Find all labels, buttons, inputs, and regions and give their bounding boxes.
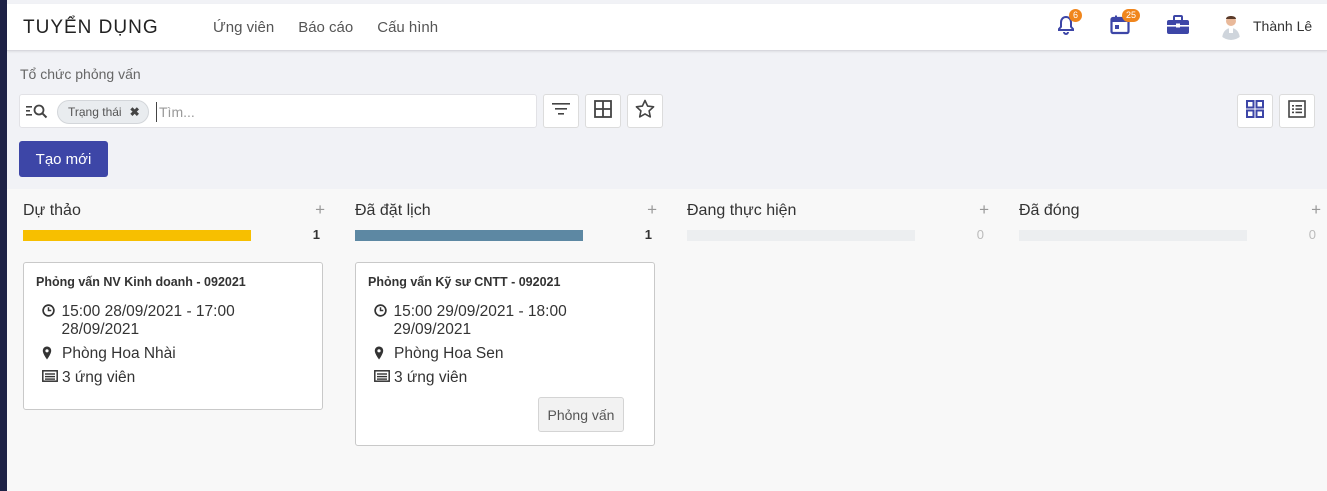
card-location: Phòng Hoa Nhài: [62, 345, 176, 362]
menu-item-candidates[interactable]: Ứng viên: [213, 19, 274, 36]
bell-icon: 6: [1057, 9, 1083, 40]
filter-icon: [552, 102, 570, 121]
card-candidates: 3 ứng viên: [394, 369, 468, 386]
list-icon: [42, 369, 62, 382]
column-title: Đã đóng: [1019, 202, 1080, 219]
progress-fill: [23, 230, 251, 241]
avatar: [1217, 12, 1245, 40]
column-title: Đang thực hiện: [687, 202, 797, 219]
card-title: Phỏng vấn NV Kinh doanh - 092021: [36, 275, 246, 289]
activities-badge: 25: [1122, 9, 1141, 22]
column-count: 0: [976, 227, 984, 242]
kanban-column-closed: Đã đóng + 0: [1010, 189, 1326, 491]
breadcrumb: Tổ chức phỏng vấn: [20, 66, 141, 82]
quick-create-icon[interactable]: +: [1311, 200, 1321, 220]
kanban-board: Dự thảo + 1 Phỏng vấn NV Kinh doanh - 09…: [7, 189, 1327, 491]
list-view-button[interactable]: [1279, 94, 1315, 128]
kanban-card[interactable]: Phỏng vấn NV Kinh doanh - 092021 15:00 2…: [23, 262, 323, 410]
kanban-column-in-progress: Đang thực hiện + 0: [678, 189, 994, 491]
card-location-row: Phòng Hoa Nhài: [36, 345, 310, 363]
column-progress-bar: [1019, 230, 1247, 241]
card-location: Phòng Hoa Sen: [394, 345, 504, 362]
kanban-column-draft: Dự thảo + 1 Phỏng vấn NV Kinh doanh - 09…: [14, 189, 330, 491]
card-location-row: Phòng Hoa Sen: [368, 345, 642, 363]
card-time: 15:00 29/09/2021 - 18:00 29/09/2021: [393, 303, 567, 338]
column-title: Đã đặt lịch: [355, 202, 431, 219]
column-progress-bar: [23, 230, 251, 241]
search-input[interactable]: [156, 102, 526, 122]
menu-item-reports[interactable]: Báo cáo: [298, 19, 353, 36]
card-candidates: 3 ứng viên: [62, 369, 136, 386]
card-candidates-row: 3 ứng viên: [368, 369, 642, 387]
list-icon: [374, 369, 394, 382]
clock-icon: [374, 303, 393, 317]
kanban-card[interactable]: Phỏng vấn Kỹ sư CNTT - 092021 15:00 29/0…: [355, 262, 655, 446]
main-menu: Ứng viên Báo cáo Cấu hình: [213, 19, 438, 36]
left-edge-bar: [0, 0, 7, 491]
column-title: Dự thảo: [23, 202, 81, 219]
map-marker-icon: [374, 345, 394, 360]
kanban-view-button[interactable]: [1237, 94, 1273, 128]
top-navbar: TUYỂN DỤNG Ứng viên Báo cáo Cấu hình 6 2…: [7, 4, 1327, 51]
activities-button[interactable]: 25: [1110, 4, 1141, 51]
quick-create-icon[interactable]: +: [979, 200, 989, 220]
search-facet: Trạng thái ✖: [57, 100, 149, 124]
search-bar: Trạng thái ✖: [19, 94, 537, 128]
card-time-row: 15:00 29/09/2021 - 18:00 29/09/2021: [368, 303, 642, 339]
filter-button[interactable]: [543, 94, 579, 128]
grid-icon: [594, 99, 612, 123]
interview-button[interactable]: Phỏng vấn: [538, 397, 624, 432]
menu-item-configuration[interactable]: Cấu hình: [377, 19, 438, 36]
user-name: Thành Lê: [1253, 18, 1313, 34]
quick-create-icon[interactable]: +: [315, 200, 325, 220]
create-button[interactable]: Tạo mới: [19, 141, 108, 177]
kanban-view-icon: [1246, 99, 1264, 123]
card-title: Phỏng vấn Kỹ sư CNTT - 092021: [368, 275, 561, 289]
company-switcher[interactable]: [1166, 4, 1190, 51]
card-candidates-row: 3 ứng viên: [36, 369, 310, 387]
briefcase-icon: [1166, 15, 1190, 40]
list-view-icon: [1288, 99, 1306, 123]
calendar-icon: 25: [1110, 9, 1141, 40]
app-title[interactable]: TUYỂN DỤNG: [23, 17, 159, 39]
kanban-column-scheduled: Đã đặt lịch + 1 Phỏng vấn Kỹ sư CNTT - 0…: [346, 189, 662, 491]
card-time: 15:00 28/09/2021 - 17:00 28/09/2021: [61, 303, 235, 338]
user-menu[interactable]: Thành Lê: [1217, 12, 1312, 40]
group-by-button[interactable]: [585, 94, 621, 128]
column-progress-bar: [355, 230, 583, 241]
card-time-row: 15:00 28/09/2021 - 17:00 28/09/2021: [36, 303, 310, 339]
column-progress-bar: [687, 230, 915, 241]
notifications-button[interactable]: 6: [1057, 4, 1083, 51]
column-count: 1: [312, 227, 320, 242]
remove-facet-icon[interactable]: ✖: [130, 105, 140, 119]
column-count: 0: [1308, 227, 1316, 242]
map-marker-icon: [42, 345, 62, 360]
column-count: 1: [644, 227, 652, 242]
progress-fill: [355, 230, 583, 241]
notifications-badge: 6: [1069, 9, 1083, 22]
clock-icon: [42, 303, 61, 317]
search-options-icon[interactable]: [26, 103, 48, 124]
star-icon: [635, 99, 655, 124]
favorites-button[interactable]: [627, 94, 663, 128]
facet-label: Trạng thái: [68, 105, 122, 119]
quick-create-icon[interactable]: +: [647, 200, 657, 220]
